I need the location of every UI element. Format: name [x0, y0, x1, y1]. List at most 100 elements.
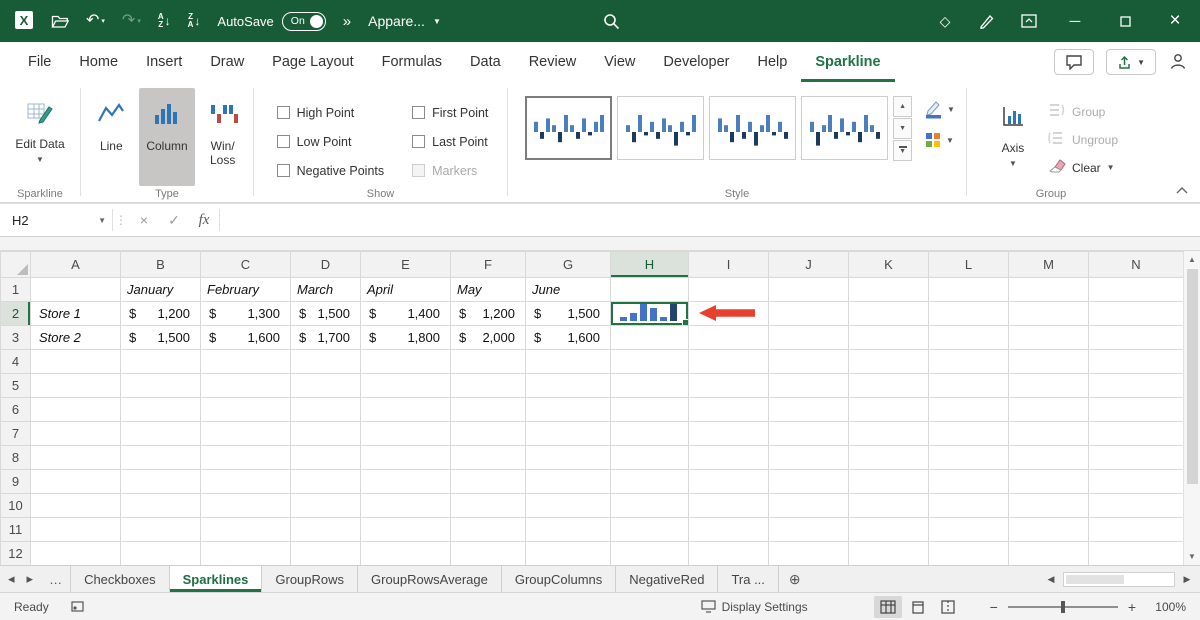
row-header-3[interactable]: 3: [1, 326, 31, 350]
cell-i3[interactable]: [689, 326, 769, 350]
cell-e12[interactable]: [361, 542, 451, 566]
cell-a2[interactable]: Store 1: [31, 302, 121, 326]
sheet-nav-left-button[interactable]: ◂: [8, 571, 15, 587]
cell-j9[interactable]: [769, 470, 849, 494]
cell-k2[interactable]: [849, 302, 929, 326]
cell-e9[interactable]: [361, 470, 451, 494]
cell-c1[interactable]: February: [201, 278, 291, 302]
column-header-k[interactable]: K: [849, 252, 929, 278]
cell-a6[interactable]: [31, 398, 121, 422]
cell-f5[interactable]: [451, 374, 526, 398]
cell-m4[interactable]: [1009, 350, 1089, 374]
cell-c10[interactable]: [201, 494, 291, 518]
cell-m2[interactable]: [1009, 302, 1089, 326]
cell-f11[interactable]: [451, 518, 526, 542]
cell-g10[interactable]: [526, 494, 611, 518]
cell-f1[interactable]: May: [451, 278, 526, 302]
new-sheet-button[interactable]: ⊕: [779, 566, 811, 592]
row-header-4[interactable]: 4: [1, 350, 31, 374]
column-header-b[interactable]: B: [121, 252, 201, 278]
cell-h6[interactable]: [611, 398, 689, 422]
cell-i5[interactable]: [689, 374, 769, 398]
sheet-tab-groupcolumns[interactable]: GroupColumns: [502, 566, 616, 592]
cell-h7[interactable]: [611, 422, 689, 446]
normal-view-button[interactable]: [874, 596, 902, 618]
cell-h4[interactable]: [611, 350, 689, 374]
sort-ascending-button[interactable]: AZ↓: [158, 13, 171, 29]
cell-h8[interactable]: [611, 446, 689, 470]
ribbon-tab-developer[interactable]: Developer: [649, 42, 743, 82]
cell-k11[interactable]: [849, 518, 929, 542]
cell-k8[interactable]: [849, 446, 929, 470]
cell-d4[interactable]: [291, 350, 361, 374]
edit-data-button[interactable]: Edit Data ▼: [8, 88, 71, 186]
cell-a3[interactable]: Store 2: [31, 326, 121, 350]
cell-i11[interactable]: [689, 518, 769, 542]
cell-l7[interactable]: [929, 422, 1009, 446]
vertical-scrollbar[interactable]: ▲ ▼: [1183, 251, 1200, 565]
ribbon-tab-draw[interactable]: Draw: [196, 42, 258, 82]
share-button[interactable]: ▼: [1106, 49, 1156, 75]
cell-n6[interactable]: [1089, 398, 1184, 422]
cell-g4[interactable]: [526, 350, 611, 374]
cell-d1[interactable]: March: [291, 278, 361, 302]
checkbox-negative-points[interactable]: Negative Points: [277, 156, 385, 185]
selected-cell-h2[interactable]: [611, 302, 689, 326]
column-header-h[interactable]: H: [611, 252, 689, 278]
ribbon-display-options-icon[interactable]: [1008, 0, 1050, 42]
scroll-down-arrow[interactable]: ▼: [1184, 548, 1200, 565]
cell-n3[interactable]: [1089, 326, 1184, 350]
cell-e6[interactable]: [361, 398, 451, 422]
cell-k9[interactable]: [849, 470, 929, 494]
zoom-out-button[interactable]: −: [990, 599, 998, 615]
comments-button[interactable]: [1054, 49, 1094, 75]
cell-d9[interactable]: [291, 470, 361, 494]
cell-i4[interactable]: [689, 350, 769, 374]
cell-n12[interactable]: [1089, 542, 1184, 566]
cell-l1[interactable]: [929, 278, 1009, 302]
cell-b2[interactable]: $1,200: [121, 302, 201, 326]
checkbox-last-point[interactable]: Last Point: [412, 127, 488, 156]
cell-g3[interactable]: $1,600: [526, 326, 611, 350]
cell-c7[interactable]: [201, 422, 291, 446]
sort-descending-button[interactable]: ZA↓: [188, 13, 201, 29]
cell-d3[interactable]: $1,700: [291, 326, 361, 350]
pen-icon[interactable]: [966, 0, 1008, 42]
cell-b8[interactable]: [121, 446, 201, 470]
cell-d2[interactable]: $1,500: [291, 302, 361, 326]
type-button-column[interactable]: Column: [139, 88, 194, 186]
cell-h10[interactable]: [611, 494, 689, 518]
cell-g1[interactable]: June: [526, 278, 611, 302]
cell-d11[interactable]: [291, 518, 361, 542]
gallery-more-button[interactable]: ▼: [893, 140, 912, 161]
diamond-icon[interactable]: ◇: [924, 0, 966, 42]
sheet-tab-grouprowsaverage[interactable]: GroupRowsAverage: [358, 566, 502, 592]
sheet-overflow-button[interactable]: …: [41, 566, 71, 592]
hscroll-right-arrow[interactable]: ▶: [1178, 570, 1196, 588]
type-button-line[interactable]: Line: [86, 88, 136, 186]
cell-m1[interactable]: [1009, 278, 1089, 302]
ribbon-tab-sparkline[interactable]: Sparkline: [801, 42, 894, 82]
cell-g11[interactable]: [526, 518, 611, 542]
cell-h12[interactable]: [611, 542, 689, 566]
cell-e4[interactable]: [361, 350, 451, 374]
open-folder-icon[interactable]: [51, 14, 69, 29]
sheet-tab-checkboxes[interactable]: Checkboxes: [71, 566, 170, 592]
cell-l11[interactable]: [929, 518, 1009, 542]
cell-m6[interactable]: [1009, 398, 1089, 422]
cell-c5[interactable]: [201, 374, 291, 398]
style-gallery-item-3[interactable]: [709, 96, 796, 160]
toolbar-overflow-button[interactable]: »: [343, 13, 351, 30]
ribbon-tab-view[interactable]: View: [590, 42, 649, 82]
cell-a4[interactable]: [31, 350, 121, 374]
column-header-d[interactable]: D: [291, 252, 361, 278]
cell-l8[interactable]: [929, 446, 1009, 470]
cell-i9[interactable]: [689, 470, 769, 494]
horizontal-scroll-thumb[interactable]: [1066, 575, 1124, 584]
sheet-tab-sparklines[interactable]: Sparklines: [170, 566, 263, 592]
cell-d5[interactable]: [291, 374, 361, 398]
macro-record-button[interactable]: [71, 601, 84, 612]
cell-f10[interactable]: [451, 494, 526, 518]
cell-f9[interactable]: [451, 470, 526, 494]
cancel-entry-button[interactable]: ×: [129, 204, 159, 236]
